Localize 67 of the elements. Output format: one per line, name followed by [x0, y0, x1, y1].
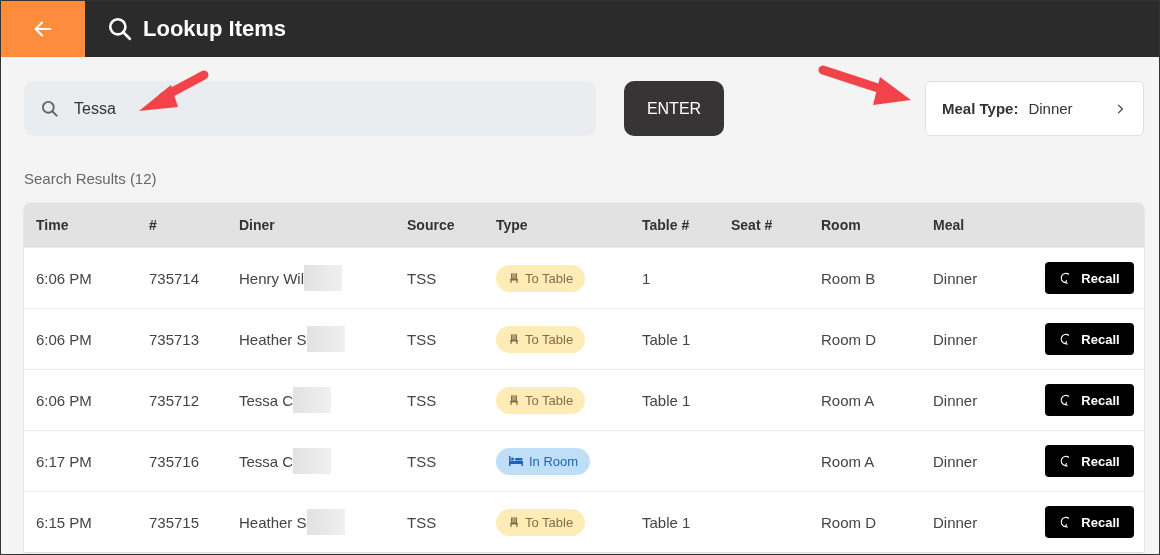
results-label: Search Results (12): [24, 170, 158, 187]
page-title: Lookup Items: [143, 16, 286, 42]
column-header: Table #: [642, 217, 691, 233]
chair-icon: [508, 272, 520, 284]
table-cell-text: 735715: [149, 513, 201, 531]
table-cell-text: 1: [642, 269, 652, 287]
type-badge: To Table: [496, 264, 586, 292]
recall-button[interactable]: Recall: [1045, 262, 1134, 294]
table-cell-text: 735716: [149, 452, 201, 470]
table-cell: Heather S: [239, 330, 307, 348]
chair-icon: [508, 516, 520, 528]
table-cell-text: Room B: [821, 269, 877, 287]
table-cell: Tessa C: [239, 452, 294, 470]
search-icon: [107, 16, 133, 42]
table-cell-text: 735712: [149, 391, 201, 409]
table-cell-text: Room D: [821, 513, 877, 531]
table-cell-text: Room A: [821, 452, 876, 470]
table-cell-text: Dinner: [933, 330, 979, 348]
table-cell: Tessa C: [239, 391, 294, 409]
column-header: Source: [407, 217, 456, 233]
table-cell-text: TSS: [407, 513, 438, 531]
table-cell-text: 735714: [149, 269, 201, 287]
column-header: Room: [821, 217, 862, 233]
type-badge: To Table: [496, 386, 586, 414]
table-cell-text: 6:06 PM: [36, 269, 93, 287]
table-cell-text: Table 1: [642, 513, 692, 531]
column-header: Type: [496, 217, 529, 233]
table-cell-text: Room A: [821, 391, 876, 409]
column-header: Meal: [933, 217, 966, 233]
chair-icon: [508, 333, 520, 345]
enter-button[interactable]: ENTER: [624, 81, 724, 136]
type-badge: To Table: [496, 325, 586, 353]
column-header: #: [149, 217, 158, 233]
table-cell-text: Table 1: [642, 330, 692, 348]
column-header: Time: [36, 217, 70, 233]
recall-button[interactable]: Recall: [1045, 384, 1134, 416]
column-header: Seat #: [731, 217, 774, 233]
table-cell-text: TSS: [407, 391, 438, 409]
table-cell-text: 6:17 PM: [36, 452, 93, 470]
recall-button[interactable]: Recall: [1045, 323, 1134, 355]
table-cell-text: TSS: [407, 269, 438, 287]
bed-icon: [508, 455, 524, 467]
type-badge: To Table: [496, 508, 586, 536]
meal-type-selector[interactable]: Meal Type: Dinner: [925, 81, 1144, 136]
recall-button[interactable]: Recall: [1045, 445, 1134, 477]
search-field[interactable]: Tessa: [24, 81, 596, 136]
recall-button[interactable]: Recall: [1045, 506, 1134, 538]
table-cell-text: Room D: [821, 330, 877, 348]
search-icon: [40, 99, 60, 119]
column-header: Diner: [239, 217, 276, 233]
table-cell-text: 6:06 PM: [36, 330, 93, 348]
table-cell-text: 735713: [149, 330, 201, 348]
table-cell-text: Dinner: [933, 391, 979, 409]
table-cell-text: Table 1: [642, 391, 692, 409]
back-button[interactable]: [1, 1, 85, 57]
table-cell-text: 6:06 PM: [36, 391, 93, 409]
table-cell-text: TSS: [407, 452, 438, 470]
table-cell-text: 6:15 PM: [36, 513, 93, 531]
table-cell: Henry Wil: [239, 269, 304, 287]
table-cell-text: Dinner: [933, 269, 979, 287]
table-cell-text: TSS: [407, 330, 438, 348]
chair-icon: [508, 394, 520, 406]
table-cell: Heather S: [239, 513, 307, 531]
annotation-arrow: [139, 70, 209, 111]
table-cell-text: Dinner: [933, 513, 979, 531]
table-cell-text: Dinner: [933, 452, 979, 470]
type-badge: In Room: [496, 447, 591, 475]
